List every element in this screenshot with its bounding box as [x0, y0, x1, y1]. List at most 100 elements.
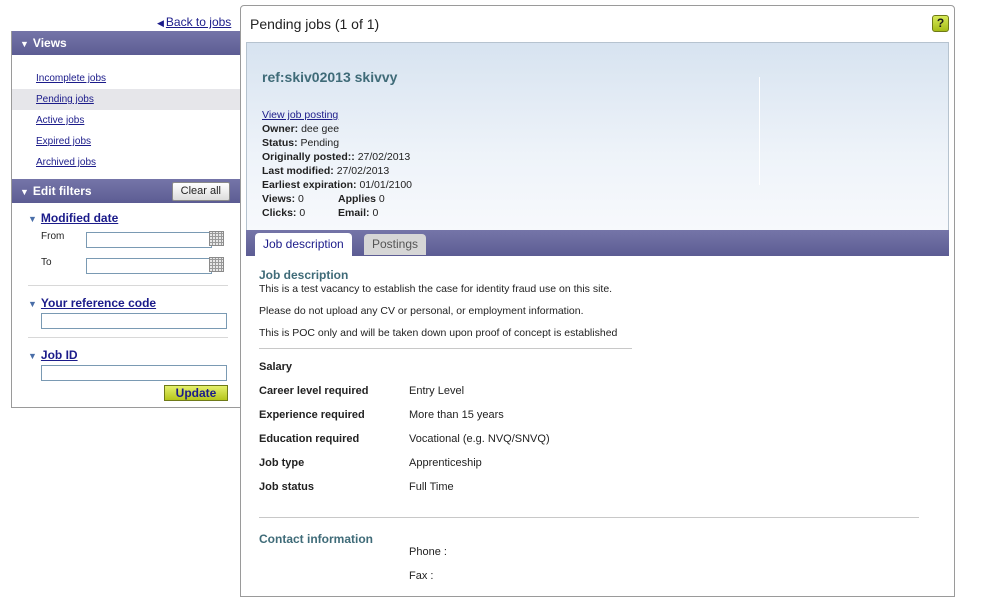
- clicks-email-row: Clicks: 0 Email: 0: [262, 206, 412, 220]
- collapse-caret-icon: ▼: [28, 351, 37, 361]
- to-label: To: [41, 257, 52, 268]
- job-summary: ref:skiv02013 skivvy View job posting Ow…: [246, 42, 949, 231]
- view-link-expired[interactable]: Expired jobs: [36, 136, 91, 147]
- views-applies-row: Views: 0 Applies 0: [262, 192, 412, 206]
- clicks-label: Clicks:: [262, 207, 297, 219]
- status-row: Status: Pending: [262, 136, 412, 150]
- update-button[interactable]: Update: [164, 385, 228, 401]
- sidebar: ▼ Views Incomplete jobs Pending jobs Acti…: [11, 31, 241, 408]
- detail-row: Job type Apprenticeship: [259, 457, 939, 481]
- detail-key: Job type: [259, 457, 305, 469]
- owner-value: dee gee: [301, 123, 340, 135]
- views-header[interactable]: ▼ Views: [12, 31, 240, 55]
- expiration-value: 01/01/2100: [359, 179, 413, 191]
- filter-divider: [28, 285, 228, 286]
- expiration-label: Earliest expiration:: [262, 179, 357, 191]
- view-link-incomplete[interactable]: Incomplete jobs: [36, 73, 106, 84]
- content-divider: [259, 517, 919, 518]
- summary-divider: [759, 77, 760, 185]
- detail-row: Education required Vocational (e.g. NVQ/…: [259, 433, 939, 457]
- detail-value: More than 15 years: [409, 409, 504, 421]
- job-description-content: Job description This is a test vacancy t…: [259, 268, 939, 594]
- calendar-icon[interactable]: [209, 231, 224, 246]
- description-paragraph: This is POC only and will be taken down …: [259, 327, 618, 339]
- detail-key: Job status: [259, 481, 315, 493]
- back-triangle-icon: ◀: [157, 18, 164, 28]
- description-paragraph: This is a test vacancy to establish the …: [259, 283, 613, 295]
- edit-filters-header[interactable]: ▼ Edit filters Clear all: [12, 179, 240, 203]
- phone-label: Phone :: [409, 546, 447, 558]
- applies-label: Applies: [338, 193, 376, 205]
- detail-value: Vocational (e.g. NVQ/SNVQ): [409, 433, 550, 445]
- posted-label: Originally posted::: [262, 151, 355, 163]
- from-date-row: From: [28, 225, 240, 251]
- view-item-archived: Archived jobs: [12, 152, 240, 173]
- posted-value: 27/02/2013: [357, 151, 411, 163]
- detail-row: Career level required Entry Level: [259, 385, 939, 409]
- modified-label: Last modified:: [262, 165, 334, 177]
- view-item-incomplete: Incomplete jobs: [12, 68, 240, 89]
- collapse-caret-icon: ▼: [20, 39, 29, 49]
- detail-value: Full Time: [409, 481, 454, 493]
- page-title: Pending jobs (1 of 1): [250, 16, 380, 32]
- reference-code-link[interactable]: Your reference code: [41, 296, 156, 310]
- salary-label: Salary: [259, 361, 293, 373]
- view-job-posting-link[interactable]: View job posting: [262, 109, 338, 121]
- back-to-jobs-link[interactable]: ◀ Back to jobs: [157, 15, 231, 29]
- posted-row: Originally posted:: 27/02/2013: [262, 150, 412, 164]
- view-link-pending[interactable]: Pending jobs: [36, 94, 94, 105]
- owner-label: Owner:: [262, 123, 299, 135]
- reference-code-filter-header[interactable]: ▼ Your reference code: [28, 296, 240, 310]
- main-panel: Pending jobs (1 of 1) ? ref:skiv02013 sk…: [240, 5, 955, 597]
- contact-heading: Contact information: [259, 532, 373, 546]
- detail-key: Career level required: [259, 385, 369, 397]
- view-link-active[interactable]: Active jobs: [36, 115, 84, 126]
- clicks-value: 0: [299, 207, 306, 219]
- job-id-filter-header[interactable]: ▼ Job ID: [28, 348, 240, 362]
- description-paragraph: Please do not upload any CV or personal,…: [259, 305, 584, 317]
- filters-panel: ▼ Modified date From To ▼ Your reference c…: [12, 203, 240, 381]
- reference-code-input[interactable]: [41, 313, 227, 329]
- view-item-active: Active jobs: [12, 110, 240, 131]
- from-label: From: [41, 231, 65, 242]
- detail-key: Education required: [259, 433, 360, 445]
- content-divider: [259, 348, 632, 349]
- modified-value: 27/02/2013: [336, 165, 390, 177]
- job-id-input[interactable]: [41, 365, 227, 381]
- edit-filters-title: Edit filters: [32, 184, 92, 198]
- applies-value: 0: [378, 193, 385, 205]
- views-list: Incomplete jobs Pending jobs Active jobs…: [12, 55, 240, 179]
- job-ref-title: ref:skiv02013 skivvy: [262, 69, 398, 85]
- detail-value: Apprenticeship: [409, 457, 482, 469]
- help-icon[interactable]: ?: [932, 15, 949, 32]
- views-label: Views:: [262, 193, 296, 205]
- detail-key: Experience required: [259, 409, 365, 421]
- modified-row: Last modified: 27/02/2013: [262, 164, 412, 178]
- calendar-icon[interactable]: [209, 257, 224, 272]
- modified-date-link[interactable]: Modified date: [41, 211, 118, 225]
- view-link-archived[interactable]: Archived jobs: [36, 157, 96, 168]
- to-date-input[interactable]: [86, 258, 212, 274]
- fax-label: Fax :: [409, 570, 434, 582]
- detail-row: Job status Full Time: [259, 481, 939, 505]
- tab-job-description[interactable]: Job description: [255, 233, 352, 256]
- collapse-caret-icon: ▼: [28, 214, 37, 224]
- modified-date-filter-header[interactable]: ▼ Modified date: [28, 211, 240, 225]
- email-label: Email:: [338, 207, 370, 219]
- views-title: Views: [32, 36, 67, 50]
- to-date-row: To: [28, 251, 240, 277]
- view-item-pending: Pending jobs: [12, 89, 240, 110]
- clear-all-button[interactable]: Clear all: [171, 182, 230, 201]
- from-date-input[interactable]: [86, 232, 212, 248]
- back-to-jobs-label: Back to jobs: [165, 15, 232, 29]
- tab-postings[interactable]: Postings: [364, 234, 427, 255]
- expiration-row: Earliest expiration: 01/01/2100: [262, 178, 412, 192]
- status-label: Status:: [262, 137, 298, 149]
- detail-row: Experience required More than 15 years: [259, 409, 939, 433]
- collapse-caret-icon: ▼: [28, 299, 37, 309]
- job-meta: View job posting Owner: dee gee Status: …: [262, 108, 412, 220]
- job-id-link[interactable]: Job ID: [41, 348, 78, 362]
- phone-row: Phone :: [259, 546, 939, 570]
- tab-bar: Job description Postings: [246, 230, 949, 256]
- views-value: 0: [298, 193, 304, 205]
